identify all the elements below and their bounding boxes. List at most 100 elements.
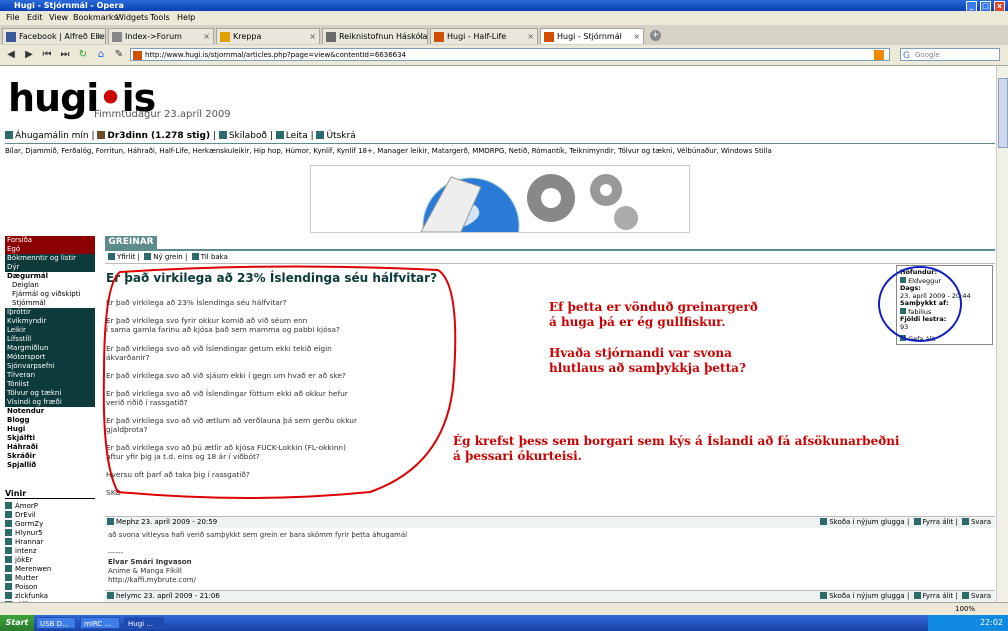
sidebar-item[interactable]: Fjármál og viðskipti [5,290,95,299]
sidebar-item[interactable]: Tónlist [5,380,95,389]
close-tab-icon[interactable]: × [95,29,102,44]
category-links[interactable]: Bílar, Djammið, Ferðalög, Forritun, Háhr… [5,147,1005,155]
comment-author[interactable]: Mephz 23. apríl 2009 - 20:59 [116,518,217,526]
nav-user[interactable]: Dr3dinn (1.278 stig) [107,131,210,141]
menu-view[interactable]: View [49,13,68,22]
friend-item[interactable]: intenz [5,547,95,556]
taskbar-mirc[interactable]: mIRC ... [80,617,120,629]
sidebar-item[interactable]: Leikir [5,326,95,335]
nav-ahugamalin[interactable]: Áhugamálin mín [15,131,89,141]
prev-icon [913,592,921,599]
friend-item[interactable]: zickfunka [5,592,95,601]
sidebar-item[interactable]: Forsíða [5,236,95,245]
sidebar-item[interactable]: Vísindi og fræði [5,398,95,407]
menu-edit[interactable]: Edit [27,13,43,22]
sidebar-item[interactable]: Tölvur og tækni [5,389,95,398]
friend-item[interactable]: AmorP [5,502,95,511]
sidebar-item[interactable]: Sjónvarpsefni [5,362,95,371]
back-icon[interactable]: ◀ [4,48,18,62]
fast-forward-icon[interactable]: ⏭ [58,48,72,62]
sidebar-item[interactable]: Skjálfti [5,434,95,443]
tab-hugi-stjornmal[interactable]: Hugi - Stjórnmál × [540,28,644,44]
logout-icon [316,131,325,139]
sidebar-item[interactable]: Notendur [5,407,95,416]
sidebar-item[interactable]: Egó [5,245,95,254]
sidebar-item[interactable]: Stjórnmál [5,299,95,308]
sidebar-item[interactable]: Hugi [5,425,95,434]
friend-item[interactable]: Hrannar [5,538,95,547]
reply-link[interactable]: Svara [971,518,991,526]
friend-item[interactable]: jökEr [5,556,95,565]
friend-item[interactable]: GormZy [5,520,95,529]
new-tab-icon[interactable]: + [650,30,661,41]
subnav-yfirlit[interactable]: Yfirlit [117,253,135,261]
friend-item[interactable]: Mutter [5,574,95,583]
reply-link[interactable]: Svara [971,592,991,600]
sidebar-item[interactable]: Lífsstíll [5,335,95,344]
sidebar-item[interactable]: Íþróttir [5,308,95,317]
subnav-til-baka[interactable]: Til baka [201,253,228,261]
sidebar-item[interactable]: Háhraði [5,443,95,452]
taskbar-hugi[interactable]: Hugi ... [124,617,164,629]
zoom-level[interactable]: 100% [955,605,975,613]
friend-item[interactable]: Merenwen [5,565,95,574]
previous-comment-link[interactable]: Fyrra álit [923,518,954,526]
sidebar-item[interactable]: Kvikmyndir [5,317,95,326]
scrollbar-thumb[interactable] [998,78,1008,148]
nav-leita[interactable]: Leita [286,131,308,141]
sidebar-item[interactable]: Dægurmál [5,272,95,281]
close-tab-icon[interactable]: × [203,29,210,44]
menu-tools[interactable]: Tools [150,13,170,22]
signature-link[interactable]: http://kaffi.mybrute.com/ [108,576,407,585]
user-icon [5,511,12,518]
search-input[interactable]: G Google [900,48,1000,61]
reload-icon[interactable]: ↻ [76,48,90,62]
tab-hugi-halflife[interactable]: Hugi - Half-Life × [430,28,538,44]
nav-utskra[interactable]: Útskrá [326,131,355,141]
start-button[interactable]: Start [0,615,34,631]
tab-facebook[interactable]: Facebook | Alfreð Ellerts... × [2,28,106,44]
menu-bookmarks[interactable]: Bookmarks [73,13,118,22]
close-tab-icon[interactable]: × [309,29,316,44]
sidebar-item[interactable]: Dýr [5,263,95,272]
tab-kreppa[interactable]: Kreppa × [216,28,320,44]
rewind-icon[interactable]: ⏮ [40,48,54,62]
edit-icon[interactable]: ✎ [112,48,126,62]
sidebar-item[interactable]: Skráðir [5,452,95,461]
tab-index-forum[interactable]: Index->Forum × [108,28,214,44]
friend-item[interactable]: Hlynur5 [5,529,95,538]
menu-help[interactable]: Help [177,13,195,22]
sidebar-item[interactable]: Bókmenntir og listir [5,254,95,263]
sidebar-item[interactable]: Margmiðlun [5,344,95,353]
tab-label: Reiknistofnun Háskóla Ís... [339,32,428,41]
sidebar-item[interactable]: Mótorsport [5,353,95,362]
menu-widgets[interactable]: Widgets [116,13,148,22]
subnav-ny-grein[interactable]: Ný grein [153,253,182,261]
comment-author[interactable]: helymc 23. apríl 2009 - 21:06 [116,592,220,600]
close-tab-icon[interactable]: × [527,29,534,44]
tab-label: Hugi - Stjórnmál [557,32,622,41]
open-new-window-link[interactable]: Skoða í nýjum glugga [829,518,905,526]
close-tab-icon[interactable]: × [633,29,640,44]
taskbar-usb[interactable]: USB D... [36,617,76,629]
close-tab-icon[interactable]: × [417,29,424,44]
rss-icon[interactable] [874,50,884,60]
tab-reiknistofnun[interactable]: Reiknistofnun Háskóla Ís... × [322,28,428,44]
friend-item[interactable]: Poison [5,583,95,592]
sidebar-item[interactable]: Deiglan [5,281,95,290]
friend-item[interactable]: DrEvil [5,511,95,520]
forward-icon[interactable]: ▶ [22,48,36,62]
nav-skilabod[interactable]: Skilaboð [229,131,267,141]
home-icon[interactable]: ⌂ [94,48,108,62]
address-input[interactable]: http://www.hugi.is/stjornmal/articles.ph… [130,48,890,61]
open-new-window-link[interactable]: Skoða í nýjum glugga [829,592,905,600]
menu-file[interactable]: File [6,13,19,22]
sidebar-item[interactable]: Blogg [5,416,95,425]
banner-image[interactable] [310,165,690,233]
annotation-note: Ég krefst þess sem borgari sem kýs á Ísl… [453,432,983,486]
article-subnav: Yfirlit | Ný grein | Til baka [108,253,228,261]
address-toolbar: ◀ ▶ ⏮ ⏭ ↻ ⌂ ✎ http://www.hugi.is/stjornm… [0,45,1008,66]
previous-comment-link[interactable]: Fyrra álit [923,592,954,600]
sidebar-item[interactable]: Spjallið [5,461,95,470]
sidebar-item[interactable]: Tilveran [5,371,95,380]
